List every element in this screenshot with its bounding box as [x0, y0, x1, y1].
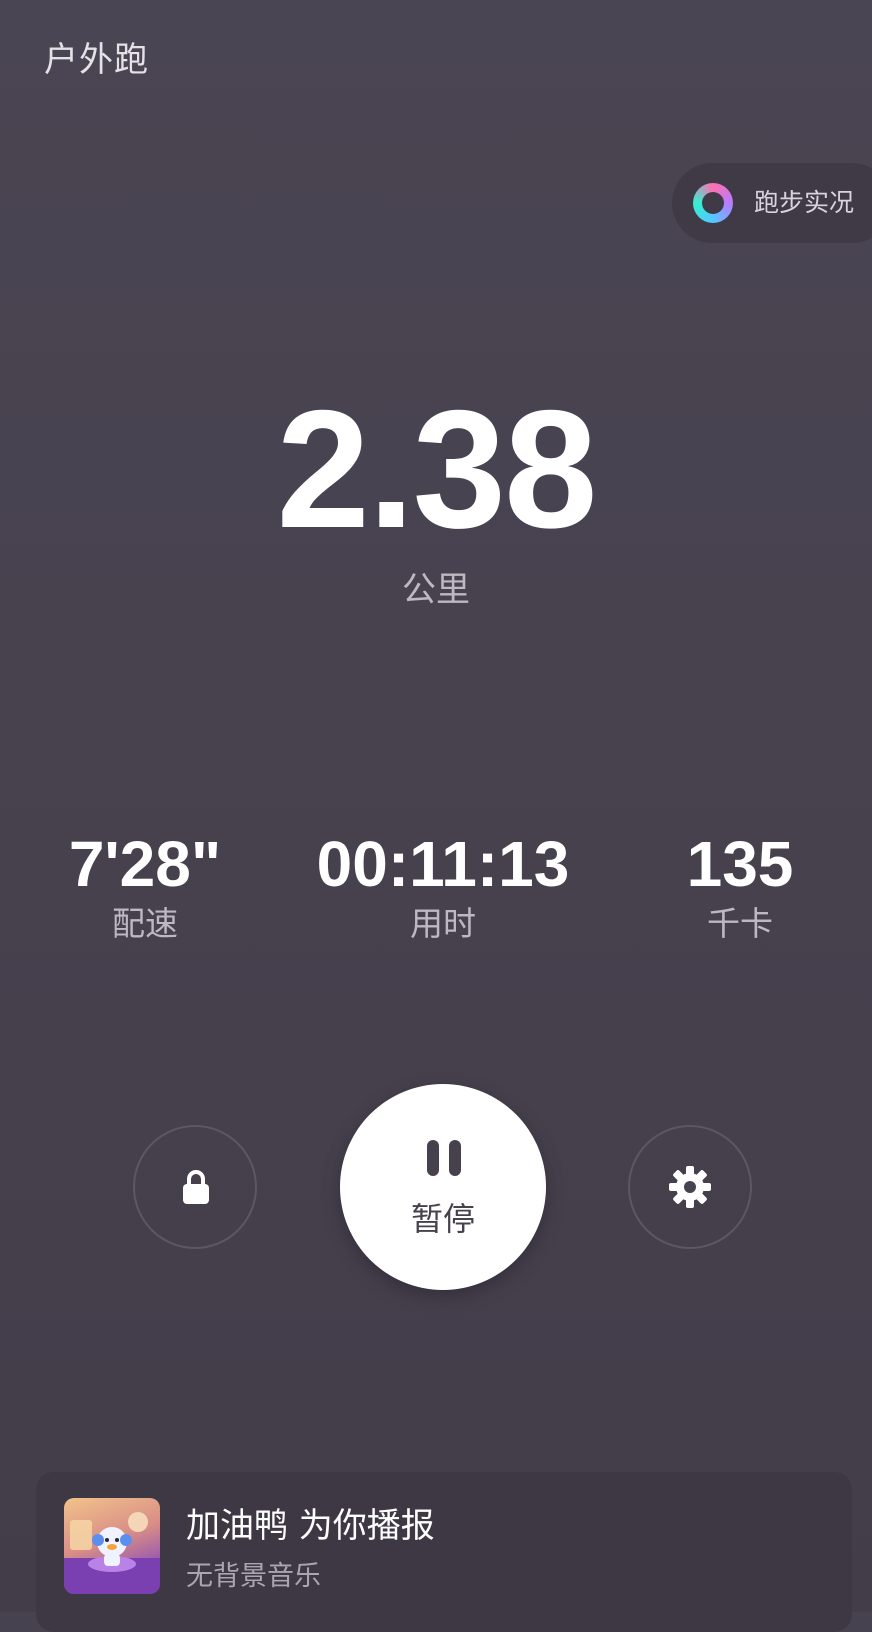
coach-thumbnail	[64, 1498, 160, 1594]
running-live-button[interactable]: 跑步实况	[672, 163, 872, 243]
running-screen: 户外跑 跑步实况 2.38 公里 7'28" 配速 00:11:13 用时 13…	[0, 0, 872, 1632]
coach-subtitle: 无背景音乐	[186, 1561, 321, 1592]
ring-icon	[693, 183, 733, 223]
coach-title: 加油鸭 为你播报	[186, 1506, 435, 1546]
calories-stat: 135 千卡	[590, 830, 872, 944]
calories-value: 135	[686, 828, 794, 900]
duration-value: 00:11:13	[316, 828, 570, 900]
lock-icon	[183, 1170, 209, 1204]
duration-label: 用时	[410, 904, 476, 943]
settings-button[interactable]	[628, 1125, 752, 1249]
gear-icon	[669, 1166, 711, 1208]
running-live-label: 跑步实况	[754, 188, 855, 217]
distance-unit: 公里	[402, 570, 470, 610]
lock-button[interactable]	[133, 1125, 257, 1249]
page-title: 户外跑	[44, 40, 149, 80]
pause-button[interactable]: 暂停	[340, 1084, 546, 1290]
voice-coach-card[interactable]: 加油鸭 为你播报 无背景音乐	[36, 1472, 852, 1632]
pace-stat: 7'28" 配速	[0, 830, 295, 944]
distance-value: 2.38	[276, 375, 598, 563]
calories-label: 千卡	[707, 904, 773, 943]
pause-label: 暂停	[410, 1200, 475, 1238]
pace-value: 7'28"	[68, 828, 222, 900]
pause-icon	[427, 1140, 461, 1176]
duration-stat: 00:11:13 用时	[293, 830, 593, 944]
pace-label: 配速	[112, 904, 178, 943]
